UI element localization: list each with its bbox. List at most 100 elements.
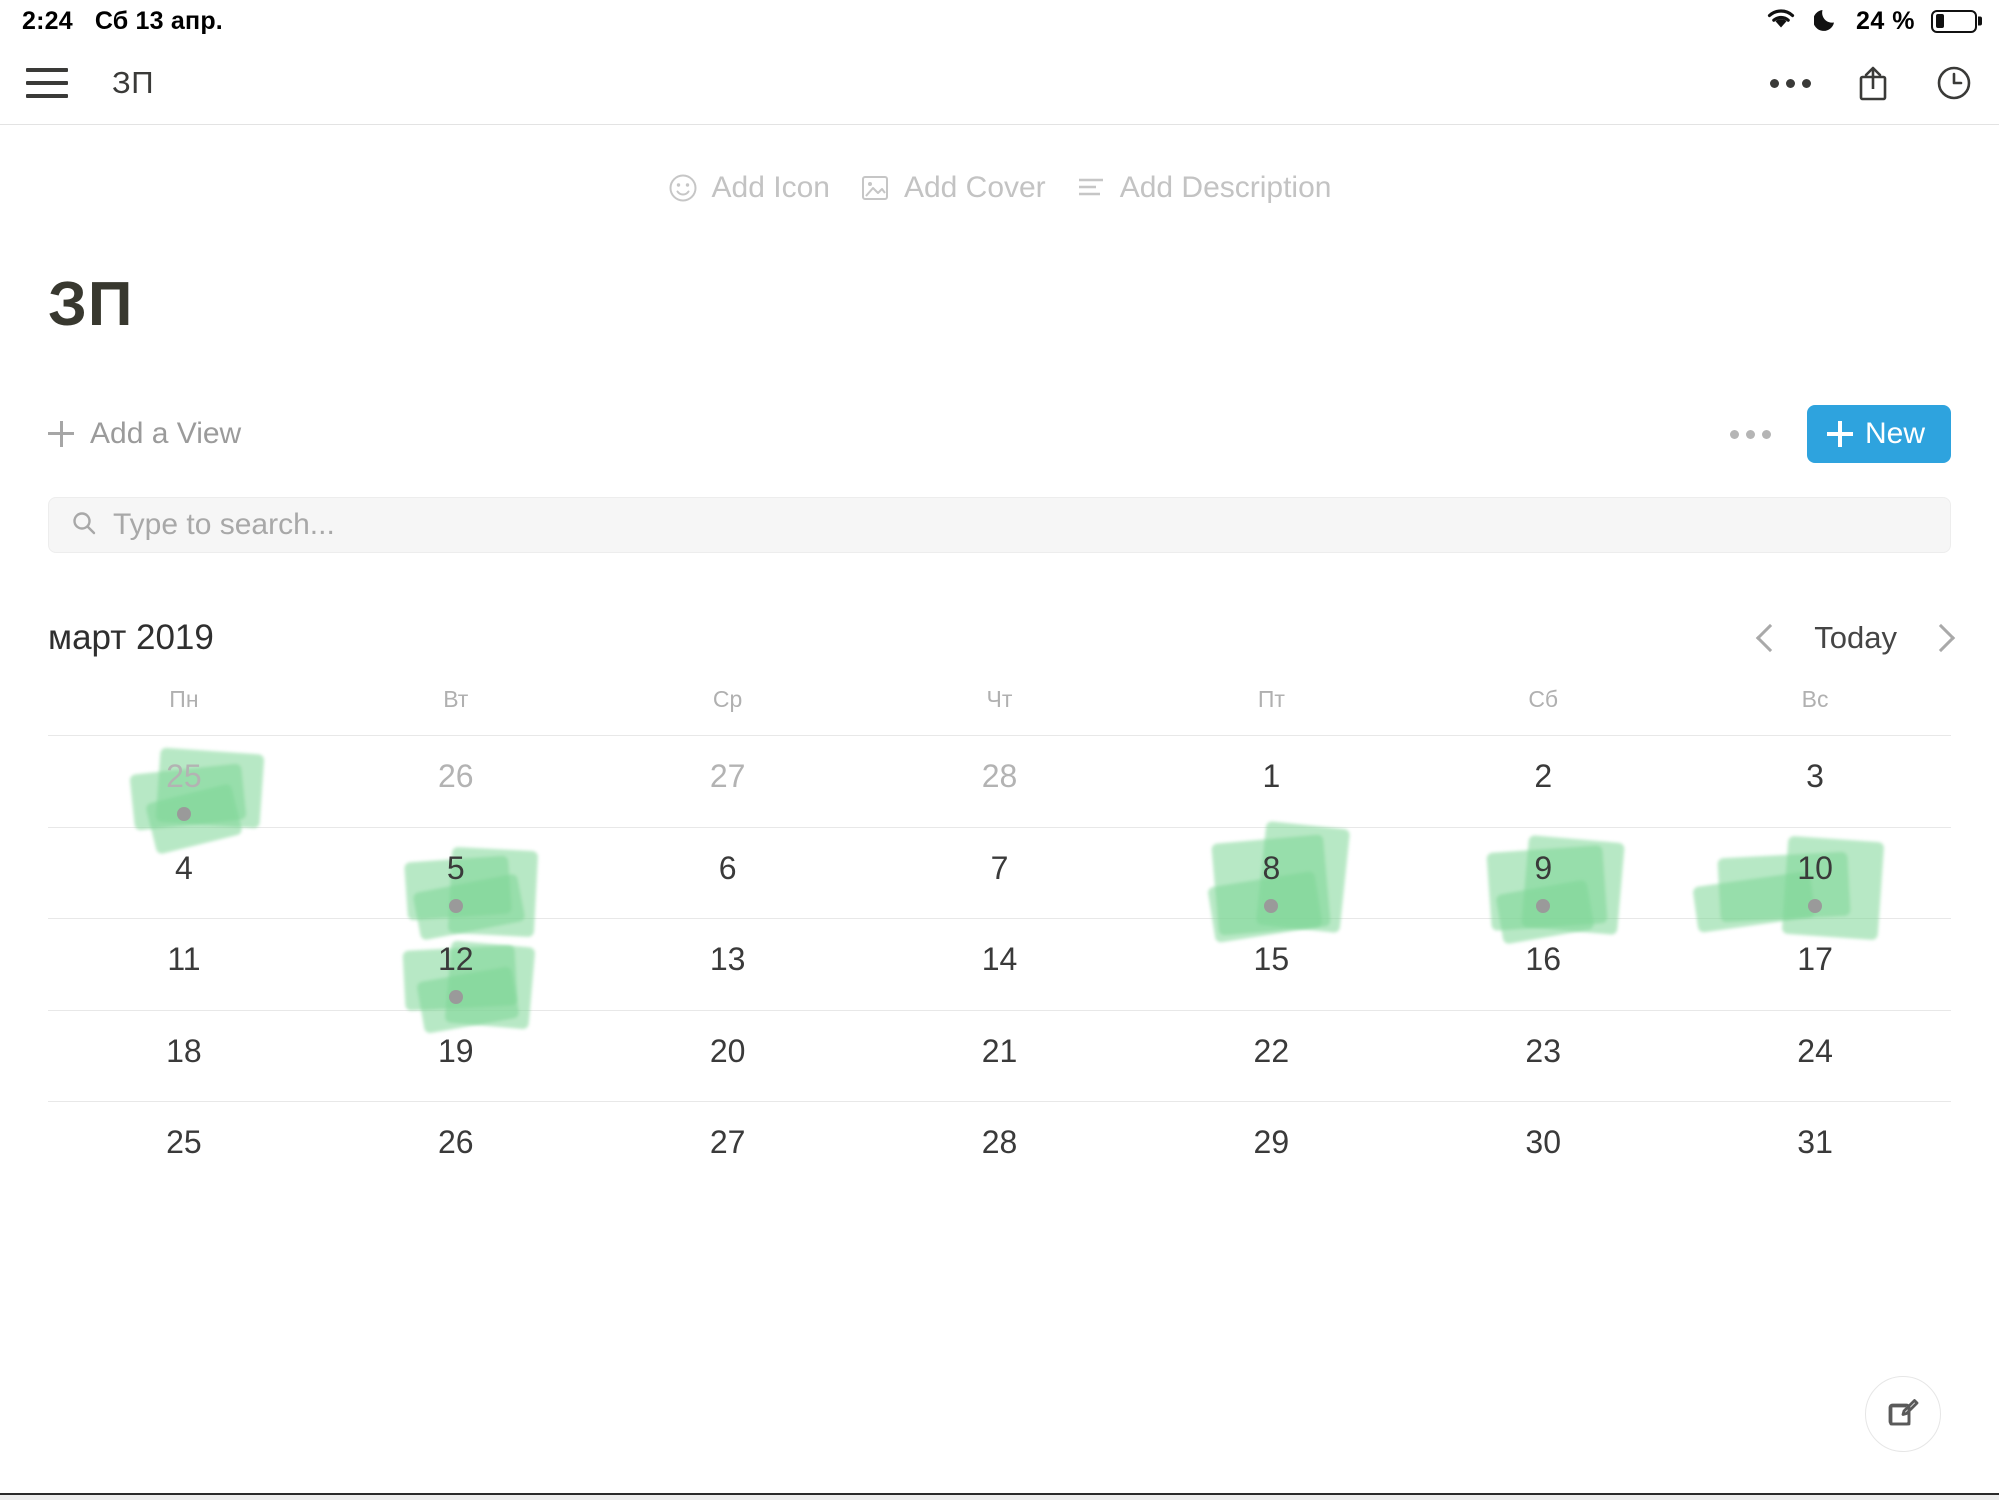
calendar-day-cell[interactable]: 24 (1679, 1011, 1951, 1102)
calendar-week-row: 25 26 27 28 29 30 31 (48, 1101, 1951, 1193)
calendar-day-number: 22 (1253, 1032, 1290, 1069)
add-cover-label: Add Cover (903, 171, 1046, 204)
moon-icon (1813, 5, 1840, 38)
calendar-day-cell[interactable]: 28 (864, 1102, 1136, 1193)
calendar-event-dot (1536, 898, 1551, 913)
add-description-button[interactable]: Add Description (1076, 171, 1332, 205)
calendar-day-number: 29 (1253, 1124, 1290, 1160)
calendar-day-cell[interactable]: 20 (592, 1011, 864, 1102)
ellipsis-icon[interactable] (1770, 78, 1811, 88)
wifi-icon (1764, 5, 1798, 38)
app-screen: 2:24 Сб 13 апр. 24 % ЗП Add Icon Add Cov… (0, 0, 1999, 1500)
calendar-day-cell[interactable]: 16 (1407, 919, 1679, 1010)
calendar-day-cell[interactable]: 5 (320, 828, 592, 941)
calendar-day-cell[interactable]: 21 (864, 1011, 1136, 1102)
add-icon-button[interactable]: Add Icon (668, 171, 830, 205)
calendar-day-cell[interactable]: 14 (864, 919, 1136, 1010)
calendar-day-cell[interactable]: 23 (1407, 1011, 1679, 1102)
calendar-event-dot (1264, 898, 1279, 913)
calendar-day-cell[interactable]: 30 (1407, 1102, 1679, 1193)
calendar-day-number: 21 (981, 1032, 1018, 1069)
calendar-day-cell[interactable]: 12 (320, 919, 592, 1035)
calendar-day-cell[interactable]: 27 (592, 1102, 864, 1193)
calendar-day-cell[interactable]: 13 (592, 919, 864, 1010)
calendar-week-row: 18 19 20 21 22 23 24 (48, 1009, 1951, 1102)
calendar-weekday-1: Вт (443, 686, 469, 712)
calendar-weeks: 25 26 27 28 1 2 3 4 5 6 7 8 9 10 11 12 13 14 15 16 17 18 19 20 2… (48, 735, 1951, 1193)
calendar-day-number: 4 (175, 849, 193, 886)
calendar-day-number: 27 (709, 758, 746, 794)
calendar-day-cell[interactable]: 19 (320, 1011, 592, 1102)
calendar-day-cell[interactable]: 2 (1407, 736, 1679, 827)
battery-fill (1935, 14, 1945, 28)
calendar-month-label: март 2019 (48, 618, 214, 657)
search-input[interactable] (113, 508, 1928, 542)
calendar-day-cell[interactable]: 25 (48, 736, 320, 856)
view-options-ellipsis-icon[interactable] (1729, 429, 1771, 439)
hamburger-icon[interactable] (26, 68, 68, 98)
calendar-day-cell[interactable]: 22 (1135, 1011, 1407, 1102)
calendar-day-number: 17 (1797, 941, 1833, 977)
clock-icon[interactable] (1935, 64, 1973, 102)
today-button[interactable]: Today (1814, 620, 1897, 656)
search-bar[interactable] (48, 497, 1951, 553)
calendar-day-number: 1 (1262, 758, 1281, 794)
calendar-day-number: 27 (709, 1124, 746, 1160)
calendar-day-number: 12 (437, 941, 474, 977)
calendar-day-cell[interactable]: 10 (1679, 828, 1951, 940)
calendar-day-number: 15 (1253, 941, 1290, 977)
calendar-day-cell[interactable]: 28 (864, 736, 1136, 827)
calendar-day-cell[interactable]: 31 (1679, 1102, 1951, 1193)
compose-icon (1884, 1393, 1922, 1436)
calendar-day-number: 23 (1525, 1032, 1561, 1069)
calendar-day-cell[interactable]: 18 (48, 1011, 320, 1102)
calendar-day-number: 28 (981, 758, 1018, 794)
calendar-weekday-header: Пн Вт Ср Чт Пт Сб Вс (48, 686, 1951, 735)
status-time: 2:24 (22, 6, 73, 35)
calendar-day-cell[interactable]: 3 (1679, 736, 1951, 827)
calendar-day-number: 28 (981, 1124, 1018, 1160)
calendar-day-cell[interactable]: 8 (1135, 820, 1407, 943)
calendar-day-number: 14 (981, 941, 1018, 977)
calendar-event-dot (1808, 898, 1823, 913)
calendar-day-cell[interactable]: 7 (864, 828, 1136, 919)
calendar-day-cell[interactable]: 26 (320, 736, 592, 827)
add-description-label: Add Description (1119, 171, 1332, 204)
calendar-header: март 2019 Today (48, 618, 1956, 658)
calendar-day-cell[interactable]: 6 (592, 828, 864, 919)
calendar-week-row: 25 26 27 28 1 2 3 (48, 735, 1951, 856)
share-icon[interactable] (1856, 64, 1890, 102)
chevron-left-icon[interactable] (1756, 623, 1785, 653)
add-cover-button[interactable]: Add Cover (860, 171, 1046, 205)
page-title: ЗП (48, 270, 134, 339)
calendar-day-cell[interactable]: 1 (1135, 736, 1407, 827)
calendar-day-cell[interactable]: 27 (592, 736, 864, 827)
chevron-right-icon[interactable] (1926, 623, 1956, 653)
page-action-row: Add Icon Add Cover Add Description (0, 125, 1999, 205)
calendar-day-number: 7 (990, 849, 1009, 886)
compose-button[interactable] (1865, 1376, 1941, 1452)
calendar-week-row: 4 5 6 7 8 9 10 (48, 820, 1951, 945)
calendar-day-cell[interactable]: 25 (48, 1102, 320, 1193)
add-icon-label: Add Icon (711, 171, 830, 204)
calendar-day-cell[interactable]: 26 (320, 1102, 592, 1193)
calendar-day-number: 3 (1806, 758, 1824, 794)
calendar-day-number: 25 (166, 758, 202, 794)
calendar-day-cell[interactable]: 29 (1135, 1102, 1407, 1193)
calendar-week-row: 11 12 13 14 15 16 17 (48, 918, 1951, 1035)
battery-percent: 24 % (1856, 6, 1915, 35)
calendar-day-number: 26 (437, 758, 474, 794)
calendar-day-cell[interactable]: 17 (1679, 919, 1951, 1010)
add-view-button[interactable]: Add a View (48, 417, 241, 451)
calendar-day-number: 8 (1262, 849, 1281, 886)
calendar-day-cell[interactable]: 4 (48, 828, 320, 919)
calendar-weekday-0: Пн (169, 686, 199, 712)
calendar-day-cell[interactable]: 11 (48, 919, 320, 1010)
nav-bar: ЗП (0, 42, 1999, 125)
image-icon (860, 174, 890, 202)
calendar-day-number: 16 (1525, 941, 1561, 977)
calendar-day-cell[interactable]: 9 (1407, 828, 1679, 945)
new-button[interactable]: New (1806, 405, 1951, 463)
calendar-day-cell[interactable]: 15 (1135, 919, 1407, 1010)
nav-title: ЗП (112, 65, 155, 100)
